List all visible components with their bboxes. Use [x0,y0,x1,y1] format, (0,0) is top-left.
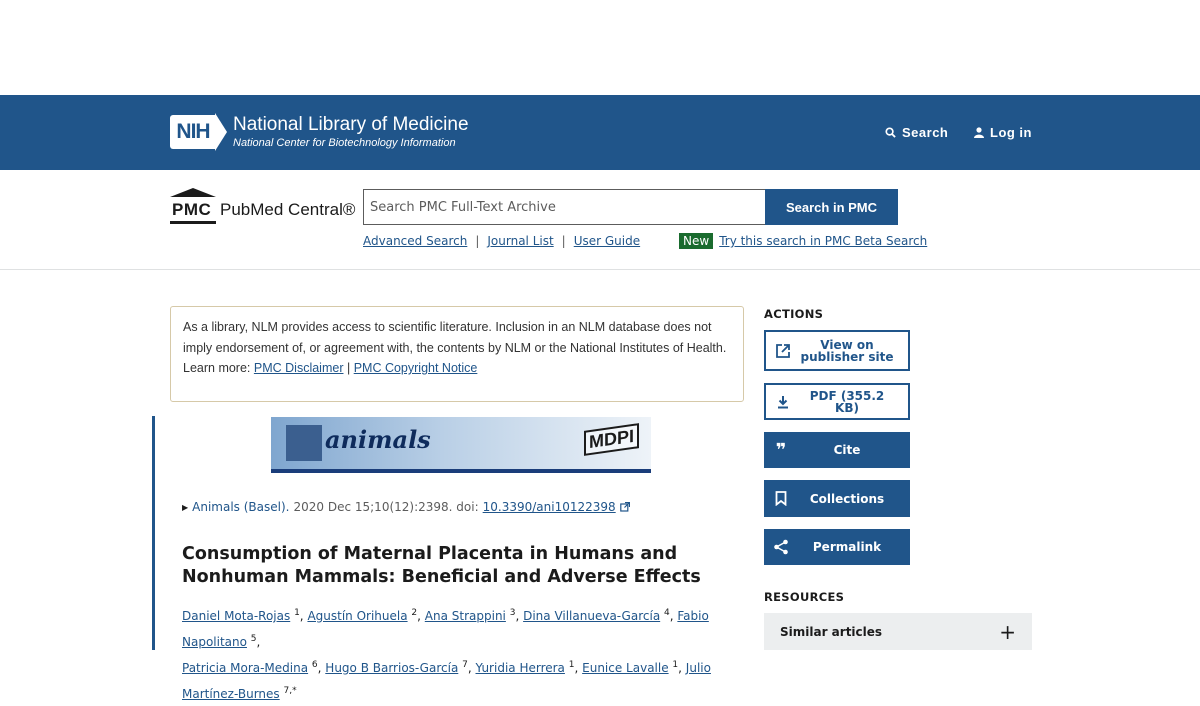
expand-arrow-icon[interactable]: ▶ [182,503,188,512]
pmc-search-input[interactable] [363,189,773,225]
external-link-icon [766,343,800,359]
author-link[interactable]: Eunice Lavalle [582,661,668,675]
author-link[interactable]: Hugo B Barrios-García [325,661,458,675]
journal-list-link[interactable]: Journal List [487,234,553,248]
view-publisher-button[interactable]: View on publisher site [764,330,910,371]
org-title: National Library of Medicine [233,114,469,135]
external-link-icon [619,502,630,512]
affiliation-sup[interactable]: 5 [251,634,257,644]
view-publisher-label: View on publisher site [800,337,894,364]
author-link[interactable]: Agustín Orihuela [307,609,407,623]
citation-details: 2020 Dec 15;10(12):2398. doi: [293,500,479,514]
user-icon [974,127,984,138]
banner-journal-name: animals [325,425,431,454]
affiliation-sup[interactable]: 4 [664,608,670,618]
nlm-disclaimer: As a library, NLM provides access to sci… [170,306,744,402]
author-link[interactable]: Ana Strappini [425,609,506,623]
similar-articles-accordion[interactable]: Similar articles + [764,613,1032,650]
new-badge: New [679,233,714,249]
bookmark-icon [764,491,798,506]
header-search-button[interactable]: Search [885,125,948,140]
quote-icon: ❞ [775,439,787,461]
pdf-download-button[interactable]: PDF (355.2 KB) [764,383,910,420]
login-button[interactable]: Log in [974,125,1032,140]
article-citation: ▶ Animals (Basel). 2020 Dec 15;10(12):23… [182,500,630,514]
link-separator: | [475,234,480,248]
pmc-roof-icon [170,188,216,197]
author-link[interactable]: Dina Villanueva-García [523,609,660,623]
login-label: Log in [990,125,1032,140]
user-guide-link[interactable]: User Guide [574,234,640,248]
collections-label: Collections [809,491,885,506]
article-left-rule [152,416,155,650]
search-icon [885,127,896,138]
download-icon [766,395,800,409]
beta-search-link[interactable]: Try this search in PMC Beta Search [719,234,927,248]
header-divider [0,269,1200,270]
link-separator: | [561,234,566,248]
author-link[interactable]: Yuridia Herrera [476,661,565,675]
advanced-search-link[interactable]: Advanced Search [363,234,467,248]
search-in-pmc-button[interactable]: Search in PMC [765,189,898,225]
plus-icon: + [999,619,1016,644]
share-icon [764,539,798,555]
affiliation-sup[interactable]: 6 [312,660,318,670]
permalink-label: Permalink [812,540,882,554]
disclaimer-divider: | [346,361,351,375]
author-list: Daniel Mota-Rojas 1, Agustín Orihuela 2,… [182,608,711,701]
affiliation-sup[interactable]: 3 [510,608,516,618]
cite-button[interactable]: ❞ Cite [764,432,910,468]
pmc-logo-mark: PMC [170,188,216,224]
cite-label: Cite [833,443,861,457]
disclaimer-text: As a library, NLM provides access to sci… [183,320,727,355]
actions-heading: ACTIONS [764,307,824,321]
pmc-logo-text: PMC [172,200,212,219]
resources-heading: RESOURCES [764,590,845,604]
permalink-button[interactable]: Permalink [764,529,910,565]
search-sub-links: Advanced Search | Journal List | User Gu… [363,234,640,248]
learn-more-label: Learn more: [183,361,251,375]
nih-logo-arrow [215,113,227,151]
article-title: Consumption of Maternal Placenta in Huma… [182,544,701,587]
doi-link[interactable]: 10.3390/ani10122398 [483,500,616,514]
pdf-label: PDF (355.2 KB) [809,388,885,415]
org-subtitle: National Center for Biotechnology Inform… [233,137,456,149]
pmc-name: PubMed Central® [220,200,356,219]
similar-articles-label: Similar articles [780,624,883,639]
author-link[interactable]: Patricia Mora-Medina [182,661,308,675]
affiliation-sup[interactable]: 1 [672,660,678,670]
affiliation-sup[interactable]: 2 [411,608,417,618]
header-search-label: Search [902,125,949,140]
pmc-disclaimer-link[interactable]: PMC Disclaimer [254,361,344,375]
nih-logo-text: National Library of Medicine National Ce… [233,114,469,150]
affiliation-sup[interactable]: 1 [569,660,575,670]
affiliation-sup[interactable]: 1 [294,608,300,618]
collections-button[interactable]: Collections [764,480,910,517]
nih-logo[interactable]: NIH National Library of Medicine Nationa… [170,113,469,151]
pmc-copyright-link[interactable]: PMC Copyright Notice [354,361,478,375]
journal-logo-icon [286,425,322,461]
affiliation-sup[interactable]: 7,* [284,686,297,696]
mdpi-logo: MDPI [584,423,639,456]
affiliation-sup[interactable]: 7 [462,660,468,670]
journal-name[interactable]: Animals (Basel). [192,500,289,514]
author-link[interactable]: Daniel Mota-Rojas [182,609,290,623]
pmc-underline [170,221,216,224]
pmc-logo[interactable]: PMC PubMed Central® [170,188,355,224]
beta-search-notice: New Try this search in PMC Beta Search [679,233,927,249]
journal-banner[interactable]: animals MDPI [271,417,651,473]
nih-logo-mark: NIH [170,115,216,149]
